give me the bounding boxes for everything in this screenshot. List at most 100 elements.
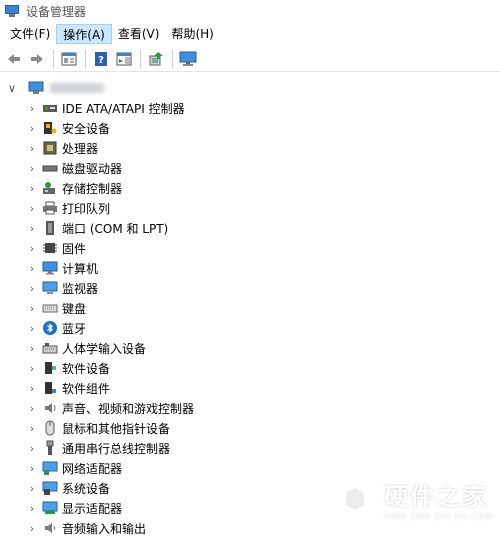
tree-item[interactable]: › 计算机	[0, 258, 500, 278]
back-arrow-icon	[8, 53, 20, 64]
chevron-right-icon[interactable]: ›	[26, 282, 38, 295]
chevron-right-icon[interactable]: ›	[26, 142, 38, 155]
tree-item-label: 磁盘驱动器	[62, 161, 123, 176]
chevron-right-icon[interactable]: ›	[26, 122, 38, 135]
chevron-right-icon[interactable]: ›	[26, 402, 38, 415]
tree-item-label: 网络适配器	[62, 461, 123, 476]
scan-hardware-icon	[149, 51, 163, 65]
chevron-right-icon[interactable]: ›	[26, 322, 38, 335]
menu-bar: 文件(F) 操作(A) 查看(V) 帮助(H)	[0, 24, 500, 44]
help-button[interactable]: ?	[91, 49, 111, 69]
tree-item[interactable]: › 安全设备	[0, 118, 500, 138]
chevron-right-icon[interactable]: ›	[26, 422, 38, 435]
tree-item-label: 人体学输入设备	[62, 341, 147, 356]
tree-item[interactable]: › 软件设备	[0, 358, 500, 378]
tree-item[interactable]: › 鼠标和其他指针设备	[0, 418, 500, 438]
tree-item[interactable]: › 磁盘驱动器	[0, 158, 500, 178]
chevron-right-icon[interactable]: ›	[26, 462, 38, 475]
chevron-right-icon[interactable]: ›	[26, 102, 38, 115]
action-pane-button[interactable]	[114, 49, 134, 69]
chevron-right-icon[interactable]: ›	[26, 242, 38, 255]
chevron-down-icon[interactable]: ∨	[8, 82, 18, 95]
tree-item-label: 软件组件	[62, 381, 111, 396]
display-adapter-icon	[42, 500, 58, 516]
disk-drive-icon	[42, 160, 58, 176]
tree-item[interactable]: › 人体学输入设备	[0, 338, 500, 358]
bluetooth-icon	[42, 320, 58, 336]
chevron-right-icon[interactable]: ›	[26, 302, 38, 315]
toolbar: ?	[0, 46, 500, 72]
computer-name-blurred	[50, 83, 104, 93]
window-title: 设备管理器	[26, 4, 87, 19]
tree-item-label: 显示适配器	[62, 501, 123, 516]
hid-icon	[42, 340, 58, 356]
tree-item-label: 监视器	[62, 281, 99, 296]
tree-item-label: 蓝牙	[62, 321, 87, 336]
help-icon: ?	[95, 51, 107, 66]
chevron-right-icon[interactable]: ›	[26, 382, 38, 395]
tree-item-label: 打印队列	[62, 201, 111, 216]
watermark-logo-icon	[334, 475, 376, 523]
tree-item[interactable]: › 打印队列	[0, 198, 500, 218]
tree-item-label: 计算机	[62, 261, 99, 276]
tree-item[interactable]: › 蓝牙	[0, 318, 500, 338]
chevron-right-icon[interactable]: ›	[26, 482, 38, 495]
chevron-right-icon[interactable]: ›	[26, 222, 38, 235]
action-pane-icon	[116, 52, 132, 65]
chevron-right-icon[interactable]: ›	[26, 502, 38, 515]
tree-item[interactable]: › 声音、视频和游戏控制器	[0, 398, 500, 418]
chevron-right-icon[interactable]: ›	[26, 442, 38, 455]
chevron-right-icon[interactable]: ›	[26, 162, 38, 175]
watermark-subtext: YING JIAN ZHI JIA.COM	[384, 512, 494, 521]
tree-item[interactable]: › 处理器	[0, 138, 500, 158]
forward-arrow-icon	[31, 53, 43, 64]
port-icon	[42, 220, 58, 236]
tree-item-label: IDE ATA/ATAPI 控制器	[62, 101, 185, 116]
printer-icon	[42, 200, 58, 216]
monitor-icon	[179, 51, 197, 66]
tree-root[interactable]: ∨	[0, 78, 500, 98]
toolbar-separator	[85, 49, 86, 68]
chevron-right-icon[interactable]: ›	[26, 202, 38, 215]
audio-io-icon	[42, 520, 58, 536]
tree-item-label: 处理器	[62, 141, 99, 156]
menu-view[interactable]: 查看(V)	[112, 24, 166, 44]
chevron-right-icon[interactable]: ›	[26, 182, 38, 195]
menu-help[interactable]: 帮助(H)	[165, 24, 219, 44]
toolbar-separator	[140, 49, 141, 68]
forward-button[interactable]	[27, 49, 47, 69]
menu-file[interactable]: 文件(F)	[4, 24, 56, 44]
device-manager-icon	[4, 4, 20, 18]
tree-item[interactable]: › IDE ATA/ATAPI 控制器	[0, 98, 500, 118]
software-component-icon	[42, 380, 58, 396]
sound-icon	[42, 400, 58, 416]
menu-action[interactable]: 操作(A)	[56, 24, 112, 44]
network-adapter-icon	[42, 460, 58, 476]
tree-item-label: 存储控制器	[62, 181, 123, 196]
chevron-right-icon[interactable]: ›	[26, 342, 38, 355]
watermark: 硬件之家 YING JIAN ZHI JIA.COM	[334, 470, 494, 528]
chevron-right-icon[interactable]: ›	[26, 362, 38, 375]
monitor-button[interactable]	[178, 49, 198, 69]
mouse-icon	[42, 420, 58, 436]
tree-item[interactable]: › 软件组件	[0, 378, 500, 398]
title-bar: 设备管理器	[0, 0, 500, 22]
chevron-right-icon[interactable]: ›	[26, 522, 38, 535]
properties-button[interactable]	[59, 49, 79, 69]
back-button[interactable]	[4, 49, 24, 69]
tree-item[interactable]: › 监视器	[0, 278, 500, 298]
tree-item[interactable]: › 端口 (COM 和 LPT)	[0, 218, 500, 238]
tree-item-label: 安全设备	[62, 121, 111, 136]
tree-item[interactable]: › 键盘	[0, 298, 500, 318]
firmware-icon	[42, 240, 58, 256]
tree-item-label: 鼠标和其他指针设备	[62, 421, 171, 436]
software-device-icon	[42, 360, 58, 376]
tree-item[interactable]: › 存储控制器	[0, 178, 500, 198]
scan-hardware-button[interactable]	[146, 49, 166, 69]
svg-text:?: ?	[98, 55, 104, 66]
chevron-right-icon[interactable]: ›	[26, 262, 38, 275]
tree-item[interactable]: › 固件	[0, 238, 500, 258]
tree-item[interactable]: › 通用串行总线控制器	[0, 438, 500, 458]
toolbar-separator	[53, 49, 54, 68]
keyboard-icon	[42, 300, 58, 316]
